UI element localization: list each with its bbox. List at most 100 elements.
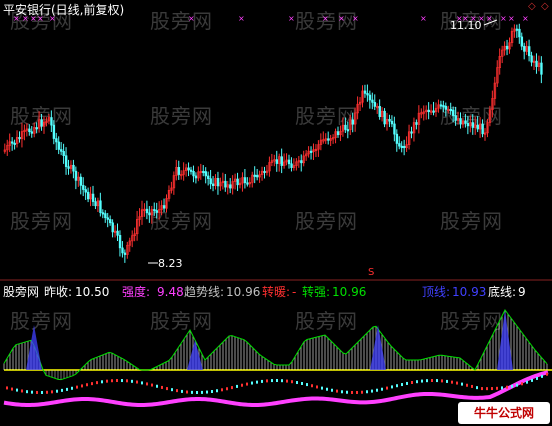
mini-candle: [116, 379, 118, 383]
candle-body: [398, 143, 401, 147]
mini-candle: [51, 390, 53, 394]
top-wedge: [370, 325, 386, 370]
candle-body: [263, 170, 266, 174]
strength-label: 强度:: [122, 285, 151, 299]
candle-body: [366, 93, 369, 96]
candle-body: [373, 102, 377, 107]
mini-candle: [206, 390, 208, 394]
mini-candle: [436, 379, 438, 383]
candle-body: [410, 131, 413, 134]
candle-body: [535, 60, 538, 67]
candle-body: [390, 120, 394, 125]
x-marker: ×: [322, 14, 329, 23]
mini-candle: [191, 390, 193, 394]
mini-candle: [126, 379, 128, 383]
mini-candle: [536, 376, 538, 380]
candle-body: [371, 99, 374, 103]
candle-body: [527, 46, 531, 57]
trend-value: 10.96: [226, 285, 261, 299]
mini-candle: [356, 390, 358, 394]
mini-candle: [166, 387, 168, 391]
candle-body: [104, 213, 107, 219]
candle-body: [444, 105, 448, 110]
mini-candle: [231, 386, 233, 390]
mini-candle: [341, 390, 343, 394]
candle-body: [520, 36, 524, 47]
candle-body: [123, 252, 127, 255]
candle-body: [275, 159, 279, 164]
mini-candle: [31, 390, 33, 394]
candle-body: [28, 128, 31, 133]
candlestick-series: [3, 23, 543, 263]
candle-body: [55, 138, 58, 143]
mini-candle: [361, 390, 363, 394]
candle-body: [189, 169, 193, 172]
x-marker: ×: [500, 14, 507, 23]
candle-body: [116, 230, 119, 236]
mini-candle: [501, 386, 503, 390]
mini-candle: [136, 380, 138, 384]
candle-body: [481, 123, 484, 135]
top-line-value: 10.93: [452, 285, 487, 299]
diamond-icon: ◇: [528, 1, 536, 12]
candle-body: [439, 104, 443, 107]
mini-candle: [36, 390, 38, 394]
x-marker: ×: [522, 14, 529, 23]
candle-body: [476, 124, 479, 130]
candle-body: [67, 166, 70, 169]
candle-body: [530, 55, 533, 63]
candle-body: [209, 178, 212, 185]
mini-candle: [426, 379, 428, 383]
candle-body: [309, 150, 313, 153]
mini-candle: [76, 385, 78, 389]
mini-candle: [386, 386, 388, 390]
mini-candle: [371, 389, 373, 393]
mini-candle: [416, 380, 418, 384]
mini-candle: [91, 382, 93, 386]
mini-candle: [256, 380, 258, 384]
mini-candle: [476, 386, 478, 390]
mini-candle: [11, 387, 13, 391]
mini-candle: [431, 379, 433, 383]
mini-candle: [491, 387, 493, 391]
candle-body: [540, 62, 543, 75]
mini-candle: [131, 379, 133, 383]
candle-body: [287, 159, 291, 165]
mini-candle: [186, 390, 188, 394]
candle-body: [155, 210, 158, 213]
top-wedge: [187, 340, 203, 370]
warm-value: -: [292, 285, 297, 299]
mini-candle: [311, 384, 313, 388]
mini-candle: [466, 383, 468, 387]
strength-band: [3, 370, 549, 408]
mini-candle: [306, 383, 308, 387]
x-marker: ×: [420, 14, 427, 23]
mini-candle: [121, 379, 123, 383]
high-price-label: 11.10: [450, 19, 482, 32]
indicator-series: [3, 309, 552, 408]
mini-candle: [336, 389, 338, 393]
candle-body: [454, 115, 457, 121]
candle-body: [432, 110, 435, 113]
mini-candle: [296, 381, 298, 385]
mini-candle: [516, 383, 518, 387]
prev-close-value: 10.50: [75, 285, 110, 299]
indicator-prefix: 股旁网: [3, 285, 40, 299]
mini-candle: [161, 385, 163, 389]
candle-body: [84, 189, 87, 193]
candle-body: [505, 45, 509, 50]
mini-candle: [271, 379, 273, 383]
candle-body: [204, 171, 207, 177]
x-marker: ×: [508, 14, 515, 23]
mini-candle: [411, 380, 413, 384]
candle-body: [280, 156, 283, 166]
mini-candle: [511, 384, 513, 388]
mini-candle: [506, 385, 508, 389]
mini-candle: [446, 379, 448, 383]
candle-body: [351, 119, 354, 125]
x-marker: ×: [288, 14, 295, 23]
mini-candle: [41, 390, 43, 394]
mini-candle: [381, 387, 383, 391]
mini-candle: [141, 381, 143, 385]
candle-body: [60, 149, 63, 152]
